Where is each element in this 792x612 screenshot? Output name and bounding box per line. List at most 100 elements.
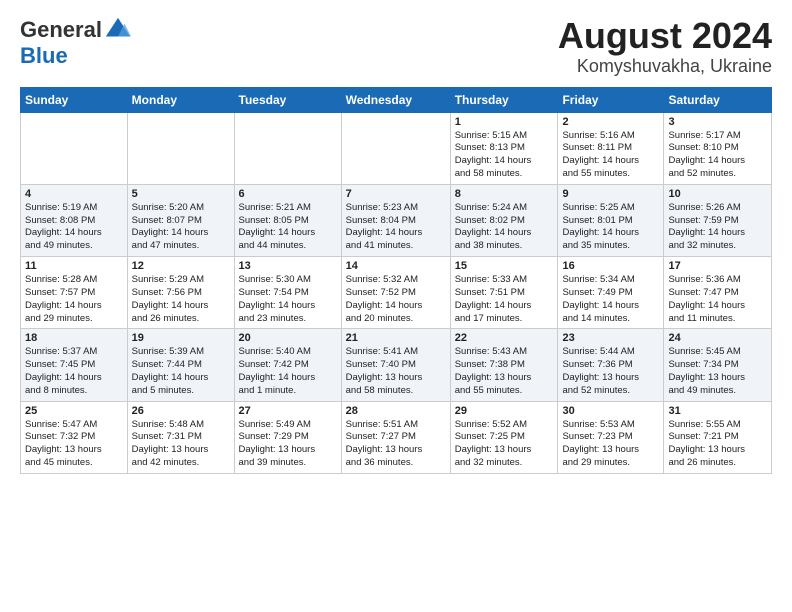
day-number: 24 (668, 332, 767, 344)
day-number: 25 (25, 405, 123, 417)
day-number: 22 (455, 332, 554, 344)
cell-1-3 (234, 112, 341, 184)
day-info: Sunrise: 5:16 AM Sunset: 8:11 PM Dayligh… (562, 130, 659, 181)
day-info: Sunrise: 5:41 AM Sunset: 7:40 PM Dayligh… (346, 346, 446, 397)
day-info: Sunrise: 5:20 AM Sunset: 8:07 PM Dayligh… (132, 202, 230, 253)
calendar-title: August 2024 (558, 16, 772, 56)
day-number: 28 (346, 405, 446, 417)
day-info: Sunrise: 5:39 AM Sunset: 7:44 PM Dayligh… (132, 346, 230, 397)
logo: General Blue (20, 16, 132, 68)
day-info: Sunrise: 5:21 AM Sunset: 8:05 PM Dayligh… (239, 202, 337, 253)
day-number: 13 (239, 260, 337, 272)
cell-1-7: 3Sunrise: 5:17 AM Sunset: 8:10 PM Daylig… (664, 112, 772, 184)
cell-1-4 (341, 112, 450, 184)
day-info: Sunrise: 5:17 AM Sunset: 8:10 PM Dayligh… (668, 130, 767, 181)
calendar-table: SundayMondayTuesdayWednesdayThursdayFrid… (20, 87, 772, 474)
cell-3-4: 14 Sunrise: 5:32 AM Sunset: 7:52 PM Dayli… (341, 257, 450, 329)
cell-5-5: 29 Sunrise: 5:52 AM Sunset: 7:25 PM Dayli… (450, 401, 558, 473)
day-info: Sunrise: 5:15 AM Sunset: 8:13 PM Dayligh… (455, 130, 554, 181)
day-number: 21 (346, 332, 446, 344)
day-info: Sunrise: 5:32 AM Sunset: 7:52 PM Dayligh… (346, 274, 446, 325)
day-number: 17 (668, 260, 767, 272)
day-info: Sunrise: 5:47 AM Sunset: 7:32 PM Dayligh… (25, 419, 123, 470)
cell-3-5: 15Sunrise: 5:33 AM Sunset: 7:51 PM Dayli… (450, 257, 558, 329)
day-number: 8 (455, 188, 554, 200)
day-number: 29 (455, 405, 554, 417)
day-info: Sunrise: 5:23 AM Sunset: 8:04 PM Dayligh… (346, 202, 446, 253)
day-info: Sunrise: 5:45 AM Sunset: 7:34 PM Dayligh… (668, 346, 767, 397)
weekday-friday: Friday (558, 87, 664, 112)
day-number: 7 (346, 188, 446, 200)
day-number: 18 (25, 332, 123, 344)
day-number: 23 (562, 332, 659, 344)
day-info: Sunrise: 5:25 AM Sunset: 8:01 PM Dayligh… (562, 202, 659, 253)
day-number: 14 (346, 260, 446, 272)
cell-2-4: 7 Sunrise: 5:23 AM Sunset: 8:04 PM Daylig… (341, 184, 450, 256)
day-number: 9 (562, 188, 659, 200)
day-info: Sunrise: 5:52 AM Sunset: 7:25 PM Dayligh… (455, 419, 554, 470)
day-info: Sunrise: 5:43 AM Sunset: 7:38 PM Dayligh… (455, 346, 554, 397)
cell-5-6: 30 Sunrise: 5:53 AM Sunset: 7:23 PM Dayli… (558, 401, 664, 473)
cell-5-1: 25 Sunrise: 5:47 AM Sunset: 7:32 PM Dayli… (21, 401, 128, 473)
cell-3-1: 11 Sunrise: 5:28 AM Sunset: 7:57 PM Dayli… (21, 257, 128, 329)
day-info: Sunrise: 5:28 AM Sunset: 7:57 PM Dayligh… (25, 274, 123, 325)
day-number: 15 (455, 260, 554, 272)
logo-blue: Blue (20, 44, 132, 68)
cell-1-6: 2Sunrise: 5:16 AM Sunset: 8:11 PM Daylig… (558, 112, 664, 184)
cell-1-1 (21, 112, 128, 184)
day-number: 12 (132, 260, 230, 272)
weekday-monday: Monday (127, 87, 234, 112)
day-number: 20 (239, 332, 337, 344)
title-block: August 2024 Komyshuvakha, Ukraine (558, 16, 772, 77)
day-info: Sunrise: 5:26 AM Sunset: 7:59 PM Dayligh… (668, 202, 767, 253)
day-info: Sunrise: 5:49 AM Sunset: 7:29 PM Dayligh… (239, 419, 337, 470)
cell-2-2: 5 Sunrise: 5:20 AM Sunset: 8:07 PM Daylig… (127, 184, 234, 256)
day-info: Sunrise: 5:19 AM Sunset: 8:08 PM Dayligh… (25, 202, 123, 253)
day-info: Sunrise: 5:51 AM Sunset: 7:27 PM Dayligh… (346, 419, 446, 470)
cell-2-6: 9 Sunrise: 5:25 AM Sunset: 8:01 PM Daylig… (558, 184, 664, 256)
logo-general: General (20, 18, 102, 42)
week-row-2: 4Sunrise: 5:19 AM Sunset: 8:08 PM Daylig… (21, 184, 772, 256)
cell-5-3: 27 Sunrise: 5:49 AM Sunset: 7:29 PM Dayli… (234, 401, 341, 473)
calendar-subtitle: Komyshuvakha, Ukraine (558, 56, 772, 77)
cell-3-3: 13Sunrise: 5:30 AM Sunset: 7:54 PM Dayli… (234, 257, 341, 329)
day-number: 5 (132, 188, 230, 200)
cell-4-3: 20Sunrise: 5:40 AM Sunset: 7:42 PM Dayli… (234, 329, 341, 401)
day-info: Sunrise: 5:24 AM Sunset: 8:02 PM Dayligh… (455, 202, 554, 253)
day-number: 27 (239, 405, 337, 417)
day-info: Sunrise: 5:53 AM Sunset: 7:23 PM Dayligh… (562, 419, 659, 470)
week-row-5: 25 Sunrise: 5:47 AM Sunset: 7:32 PM Dayli… (21, 401, 772, 473)
cell-5-2: 26 Sunrise: 5:48 AM Sunset: 7:31 PM Dayli… (127, 401, 234, 473)
day-number: 30 (562, 405, 659, 417)
day-number: 11 (25, 260, 123, 272)
cell-5-4: 28 Sunrise: 5:51 AM Sunset: 7:27 PM Dayli… (341, 401, 450, 473)
cell-3-7: 17 Sunrise: 5:36 AM Sunset: 7:47 PM Dayli… (664, 257, 772, 329)
week-row-4: 18 Sunrise: 5:37 AM Sunset: 7:45 PM Dayli… (21, 329, 772, 401)
weekday-sunday: Sunday (21, 87, 128, 112)
cell-4-6: 23 Sunrise: 5:44 AM Sunset: 7:36 PM Dayli… (558, 329, 664, 401)
cell-3-6: 16Sunrise: 5:34 AM Sunset: 7:49 PM Dayli… (558, 257, 664, 329)
week-row-1: 1 Sunrise: 5:15 AM Sunset: 8:13 PM Daylig… (21, 112, 772, 184)
day-number: 19 (132, 332, 230, 344)
cell-2-3: 6Sunrise: 5:21 AM Sunset: 8:05 PM Daylig… (234, 184, 341, 256)
day-info: Sunrise: 5:48 AM Sunset: 7:31 PM Dayligh… (132, 419, 230, 470)
day-info: Sunrise: 5:44 AM Sunset: 7:36 PM Dayligh… (562, 346, 659, 397)
week-row-3: 11 Sunrise: 5:28 AM Sunset: 7:57 PM Dayli… (21, 257, 772, 329)
logo-icon (104, 16, 132, 44)
day-info: Sunrise: 5:36 AM Sunset: 7:47 PM Dayligh… (668, 274, 767, 325)
day-info: Sunrise: 5:37 AM Sunset: 7:45 PM Dayligh… (25, 346, 123, 397)
cell-3-2: 12 Sunrise: 5:29 AM Sunset: 7:56 PM Dayli… (127, 257, 234, 329)
cell-2-7: 10Sunrise: 5:26 AM Sunset: 7:59 PM Dayli… (664, 184, 772, 256)
header: General Blue August 2024 Komyshuvakha, U… (20, 16, 772, 77)
cell-2-5: 8 Sunrise: 5:24 AM Sunset: 8:02 PM Daylig… (450, 184, 558, 256)
day-info: Sunrise: 5:55 AM Sunset: 7:21 PM Dayligh… (668, 419, 767, 470)
cell-4-1: 18 Sunrise: 5:37 AM Sunset: 7:45 PM Dayli… (21, 329, 128, 401)
day-number: 26 (132, 405, 230, 417)
weekday-tuesday: Tuesday (234, 87, 341, 112)
cell-5-7: 31 Sunrise: 5:55 AM Sunset: 7:21 PM Dayli… (664, 401, 772, 473)
day-number: 1 (455, 116, 554, 128)
day-number: 31 (668, 405, 767, 417)
weekday-header-row: SundayMondayTuesdayWednesdayThursdayFrid… (21, 87, 772, 112)
day-info: Sunrise: 5:29 AM Sunset: 7:56 PM Dayligh… (132, 274, 230, 325)
cell-1-5: 1 Sunrise: 5:15 AM Sunset: 8:13 PM Daylig… (450, 112, 558, 184)
